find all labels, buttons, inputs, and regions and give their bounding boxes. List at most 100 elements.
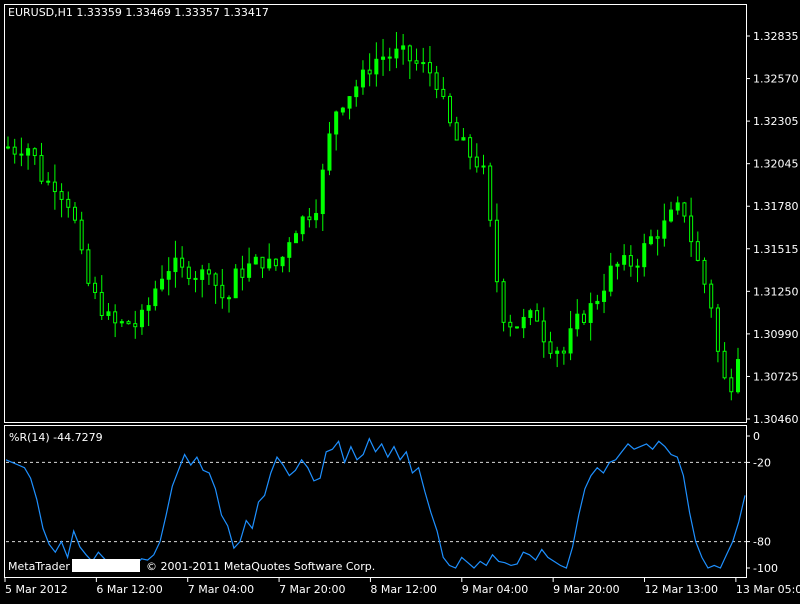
candle-body: [548, 341, 553, 354]
candle-body: [340, 107, 345, 113]
candle-body: [360, 69, 365, 88]
candle-body: [247, 263, 252, 278]
candle-body: [461, 137, 466, 141]
time-label: 7 Mar 04:00: [188, 583, 254, 596]
candle-body: [722, 350, 727, 379]
indicator-scale-label: -20: [753, 456, 771, 469]
candle-body: [602, 290, 607, 302]
candle-body: [66, 198, 71, 208]
price-label: 1.32570: [753, 73, 799, 86]
candle-body: [575, 313, 580, 330]
price-label: 1.32305: [753, 115, 799, 128]
candle-body: [52, 181, 57, 193]
candle-body: [736, 359, 740, 393]
watermark: MetaTrader © 2001-2011 MetaQuotes Softwar…: [8, 559, 375, 573]
candle-body: [200, 269, 205, 280]
candle-body: [253, 256, 258, 265]
candle-body: [354, 86, 359, 98]
candle-body: [186, 266, 191, 279]
candle-body: [514, 326, 519, 329]
candle-body: [240, 268, 245, 278]
candle-body: [32, 148, 37, 157]
candle-body: [628, 255, 633, 267]
candle-body: [541, 320, 546, 343]
candle-body: [709, 283, 714, 309]
time-label: 12 Mar 13:00: [645, 583, 718, 596]
candle-body: [93, 282, 98, 293]
price-label: 1.31515: [753, 243, 799, 256]
candle-body: [615, 263, 620, 267]
candle-body: [293, 233, 298, 244]
candle-body: [729, 377, 734, 393]
candle-body: [126, 321, 131, 325]
candle-body: [555, 350, 560, 354]
indicator-scale-label: -100: [753, 562, 778, 575]
candle-body: [374, 58, 379, 75]
candle-body: [180, 257, 185, 268]
candle-body: [501, 281, 506, 323]
candle-body: [12, 146, 17, 155]
indicator-scale-label: 0: [753, 430, 760, 443]
candle-body: [662, 220, 667, 239]
candle-body: [106, 311, 111, 317]
candle-body: [193, 277, 198, 280]
price-label: 1.30460: [753, 413, 799, 426]
watermark-brand: MetaTrader: [8, 560, 70, 573]
williams-r-line: [5, 437, 746, 569]
price-label: 1.31250: [753, 285, 799, 298]
candle-body: [689, 215, 694, 243]
candle-body: [233, 268, 238, 299]
candle-body: [481, 165, 486, 168]
candle-body: [59, 191, 64, 200]
time-label: 6 Mar 12:00: [96, 583, 162, 596]
candle-body: [568, 328, 573, 354]
candle-body: [133, 323, 138, 328]
candle-body: [394, 48, 399, 59]
chart-canvas[interactable]: 1.32835 1.32570 1.32305 1.32045 1.31780 1.315…: [0, 0, 800, 600]
candle-body: [113, 311, 118, 324]
indicator-levels: [6, 461, 746, 543]
candle-body: [119, 321, 124, 324]
candle-body: [675, 202, 680, 211]
candle-body: [206, 269, 211, 275]
candle-body: [535, 310, 540, 322]
candle-body: [588, 303, 593, 323]
candle-body: [474, 156, 479, 168]
candle-body: [608, 265, 613, 292]
candle-body: [528, 310, 533, 318]
candle-body: [669, 209, 674, 222]
candle-body: [287, 242, 292, 258]
candle-body: [19, 153, 24, 156]
candle-body: [561, 350, 566, 354]
chart-title: EURUSD,H1 1.33359 1.33469 1.33357 1.3341…: [8, 6, 269, 19]
watermark-copyright: © 2001-2011 MetaQuotes Software Corp.: [145, 560, 376, 573]
candle-body: [72, 206, 77, 221]
candle-body: [99, 291, 104, 317]
candle-body: [166, 271, 171, 280]
candle-body: [146, 305, 151, 311]
candle-body: [642, 243, 647, 268]
price-label: 1.31780: [753, 200, 799, 213]
candle-body: [434, 72, 439, 90]
candle-body: [702, 259, 707, 285]
time-label: 13 Mar 05:00: [736, 583, 800, 596]
metatrader-chart-window: 1.32835 1.32570 1.32305 1.32045 1.31780 1.315…: [0, 0, 800, 600]
candle-body: [682, 202, 687, 217]
candle-body: [401, 45, 406, 50]
candle-body: [173, 257, 178, 273]
candle-body: [139, 309, 144, 328]
candle-body: [160, 278, 165, 290]
candle-body: [488, 165, 493, 221]
candle-body: [227, 297, 232, 300]
time-axis: 5 Mar 2012 6 Mar 12:00 7 Mar 04:00 7 Mar 20…: [4, 577, 800, 596]
candle-body: [468, 137, 473, 158]
price-scale: 1.32835 1.32570 1.32305 1.32045 1.31780 1.315…: [746, 30, 799, 426]
candle-body: [300, 216, 305, 235]
candle-body: [581, 313, 586, 323]
time-label: 5 Mar 2012: [5, 583, 68, 596]
indicator-title: %R(14) -44.7279: [9, 431, 103, 444]
price-label: 1.30725: [753, 370, 799, 383]
time-label: 9 Mar 20:00: [553, 583, 619, 596]
candlestick-series: [6, 31, 740, 401]
candle-body: [220, 284, 225, 299]
